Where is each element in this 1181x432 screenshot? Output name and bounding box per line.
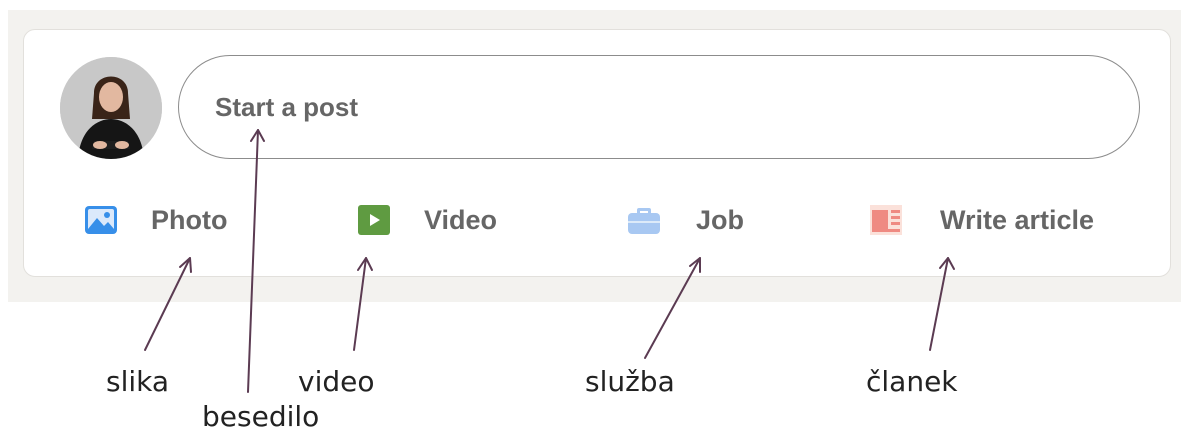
avatar-photo: [60, 57, 162, 159]
video-label: Video: [424, 204, 498, 235]
job-label: Job: [696, 204, 745, 235]
video-icon: [352, 198, 396, 242]
start-post-input[interactable]: [178, 55, 1140, 159]
photo-button[interactable]: Photo: [79, 198, 227, 242]
photo-label: Photo: [151, 204, 228, 235]
annotation-video: video: [298, 365, 375, 398]
avatar[interactable]: [60, 57, 162, 159]
annotation-article: članek: [866, 365, 958, 398]
write-article-label: Write article: [940, 204, 1095, 235]
annotation-text: besedilo: [202, 400, 320, 432]
briefcase-icon: [622, 198, 666, 242]
job-button[interactable]: Job: [622, 198, 744, 242]
stage: Photo Video Job: [0, 0, 1181, 432]
article-icon: [864, 198, 908, 242]
video-button[interactable]: Video: [352, 198, 497, 242]
photo-icon: [79, 198, 123, 242]
write-article-button[interactable]: Write article: [864, 198, 1094, 242]
annotation-photo: slika: [106, 365, 170, 398]
annotation-job: služba: [585, 365, 675, 398]
share-box-card: Photo Video Job: [23, 29, 1171, 277]
